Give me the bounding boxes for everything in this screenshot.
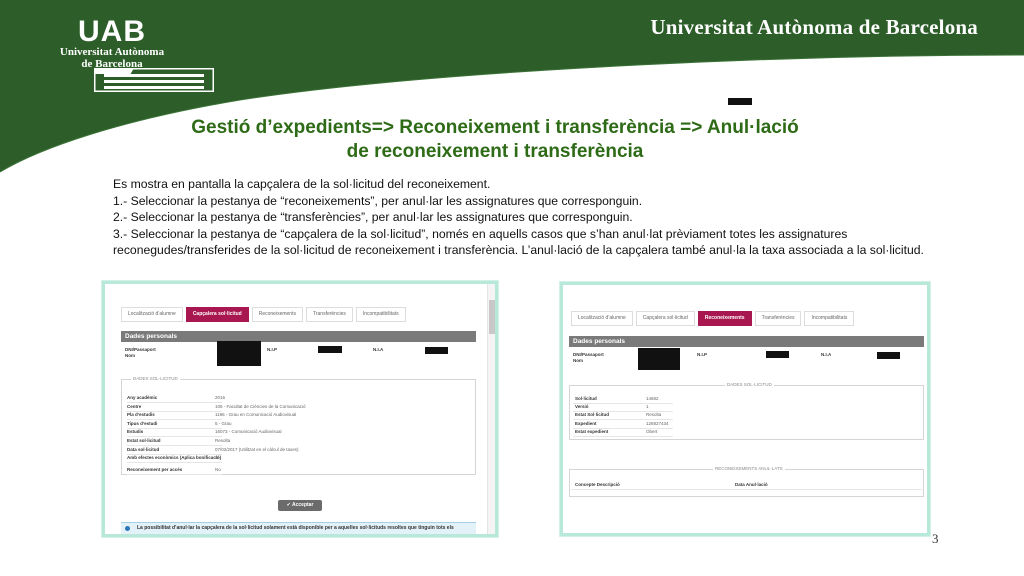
nom-label: Nom bbox=[573, 358, 583, 363]
field-label: Estat sol·licitud bbox=[127, 438, 161, 443]
info-note-text: La possibilitat d’anul·lar la capçalera … bbox=[137, 525, 454, 531]
column-data-anullacio: Data Anul·lació bbox=[735, 482, 768, 487]
scrollbar-thumb[interactable] bbox=[489, 300, 495, 334]
tab-transferencies[interactable]: Transferències bbox=[754, 311, 802, 326]
field-label: Estat expedient bbox=[575, 428, 609, 434]
logo-mark: UAB bbox=[78, 15, 146, 48]
field-label: Estudis bbox=[127, 429, 144, 435]
request-data-legend: DADES SOL·LICITUD bbox=[131, 376, 180, 381]
redaction-dni bbox=[638, 348, 680, 370]
slide-title: Gestió d’expedients=> Reconeixement i tr… bbox=[100, 116, 890, 164]
tab-reconeixements[interactable]: Reconeixements bbox=[697, 311, 752, 326]
request-data-legend: DADES SOL·LICITUD bbox=[725, 382, 774, 387]
field-value: 105 - Facultat de Ciències de la Comunic… bbox=[215, 403, 306, 409]
tab-capcalera[interactable]: Capçalera sol·licitud bbox=[635, 311, 695, 326]
field-label: Reconeixement per accés bbox=[127, 466, 183, 472]
tab-incompatibilitats[interactable]: Incompatibilitats bbox=[355, 307, 406, 322]
nia-label: N.I.A bbox=[373, 347, 384, 352]
university-name: Universitat Autònoma de Barcelona bbox=[650, 15, 978, 39]
column-concepte: Concepte Descripció bbox=[575, 482, 620, 487]
field-divider bbox=[127, 473, 222, 475]
tab-localitzacio[interactable]: Localització d’alumne bbox=[121, 307, 183, 322]
slide-title-line1: Gestió d’expedients=> Reconeixement i tr… bbox=[191, 117, 799, 138]
slide-title-line2: de reconeixement i transferència bbox=[346, 141, 644, 162]
field-label: Pla d’estudis bbox=[127, 412, 155, 418]
personal-data-header: Dades personals bbox=[569, 336, 924, 347]
field-label: Estat Sol·licitud bbox=[575, 412, 610, 418]
dni-label: DNI/Passaport bbox=[125, 347, 156, 352]
field-value: No bbox=[215, 466, 221, 472]
tab-reconeixements[interactable]: Reconeixements bbox=[251, 307, 303, 322]
field-label: Tipus d’estudi bbox=[127, 420, 158, 426]
tab-capcalera[interactable]: Capçalera sol·licitud bbox=[185, 307, 249, 322]
instructions: Es mostra en pantalla la capçalera de la… bbox=[113, 176, 953, 259]
field-label: Any acadèmic bbox=[127, 395, 158, 400]
instruction-intro: Es mostra en pantalla la capçalera de la… bbox=[113, 177, 491, 191]
field-value: 1 bbox=[646, 404, 649, 410]
accept-label: Acceptar bbox=[292, 502, 314, 508]
tab-incompatibilitats[interactable]: Incompatibilitats bbox=[804, 311, 855, 326]
field-value: 126827434 bbox=[646, 420, 669, 426]
tab-localitzacio[interactable]: Localització d’alumne bbox=[571, 311, 633, 326]
tab-bar: Localització d’alumne Capçalera sol·lici… bbox=[121, 307, 406, 322]
field-value: 2016 bbox=[215, 395, 226, 400]
field-label: Amb efectes econòmics (Aplica bonificaci… bbox=[127, 455, 222, 461]
field-value: 5 - Grau bbox=[215, 420, 232, 426]
field-label: Data sol·licitud bbox=[127, 446, 160, 452]
field-value: 1196 - Grau en Comunicació Audiovisual bbox=[215, 412, 297, 418]
field-value: Resolta bbox=[215, 438, 231, 443]
field-divider bbox=[127, 462, 222, 464]
field-value: Sí bbox=[215, 455, 220, 461]
dni-label: DNI/Passaport bbox=[573, 352, 604, 357]
info-icon bbox=[125, 526, 130, 531]
cancelled-recog-legend: RECONEIXEMENTS ANUL·LATS bbox=[713, 466, 785, 471]
page-number: 3 bbox=[932, 531, 939, 546]
field-label: Versió bbox=[575, 404, 589, 410]
field-label: Sol·licitud bbox=[575, 396, 597, 401]
instruction-step-1: 1.- Seleccionar la pestanya de “reconeix… bbox=[113, 193, 643, 208]
instruction-step-3: 3.- Seleccionar la pestanya de “capçaler… bbox=[113, 226, 924, 258]
uab-logo: UAB Universitat Autònoma de Barcelona bbox=[12, 15, 214, 93]
field-label: Expedient bbox=[575, 420, 597, 426]
logo-bars-icon bbox=[94, 68, 214, 92]
nia-label: N.I.A bbox=[821, 352, 832, 357]
redaction-dni bbox=[217, 341, 261, 366]
redaction-nia bbox=[425, 347, 448, 354]
field-value: Resolta bbox=[646, 412, 662, 418]
instruction-step-2: 2.- Seleccionar la pestanya de “transfer… bbox=[113, 210, 633, 224]
screenshot-reconeixements: Localització d’alumne Capçalera sol·lici… bbox=[560, 282, 930, 536]
personal-data-header: Dades personals bbox=[121, 331, 476, 342]
info-note: La possibilitat d’anul·lar la capçalera … bbox=[121, 522, 476, 534]
field-value: Obert bbox=[646, 428, 658, 434]
redaction-nip bbox=[766, 351, 789, 358]
request-data-fieldset bbox=[569, 385, 924, 440]
logo-name-line1: Universitat Autònoma bbox=[59, 46, 165, 58]
redaction-nip bbox=[318, 346, 342, 353]
nip-label: N.I.P bbox=[697, 352, 708, 357]
field-label: Centre bbox=[127, 403, 142, 409]
table-divider bbox=[571, 489, 922, 490]
screenshot-capcalera: Localització d’alumne Capçalera sol·lici… bbox=[102, 281, 498, 537]
tab-bar: Localització d’alumne Capçalera sol·lici… bbox=[571, 311, 855, 326]
field-divider bbox=[573, 435, 673, 437]
field-value: 07/02/2017 (Utilitzat en el càlcul de ta… bbox=[215, 446, 299, 452]
scrollbar[interactable] bbox=[487, 284, 495, 534]
nom-label: Nom bbox=[125, 353, 135, 358]
nip-label: N.I.P bbox=[267, 347, 278, 352]
accept-button[interactable]: ✔ Acceptar bbox=[278, 500, 322, 511]
field-value: 16073 - Comunicació Audiovisual bbox=[215, 429, 282, 435]
redaction-nia bbox=[877, 352, 900, 359]
tab-transferencies[interactable]: Transferències bbox=[305, 307, 353, 322]
field-value: 14682 bbox=[646, 396, 659, 401]
redaction-mark bbox=[728, 98, 752, 105]
